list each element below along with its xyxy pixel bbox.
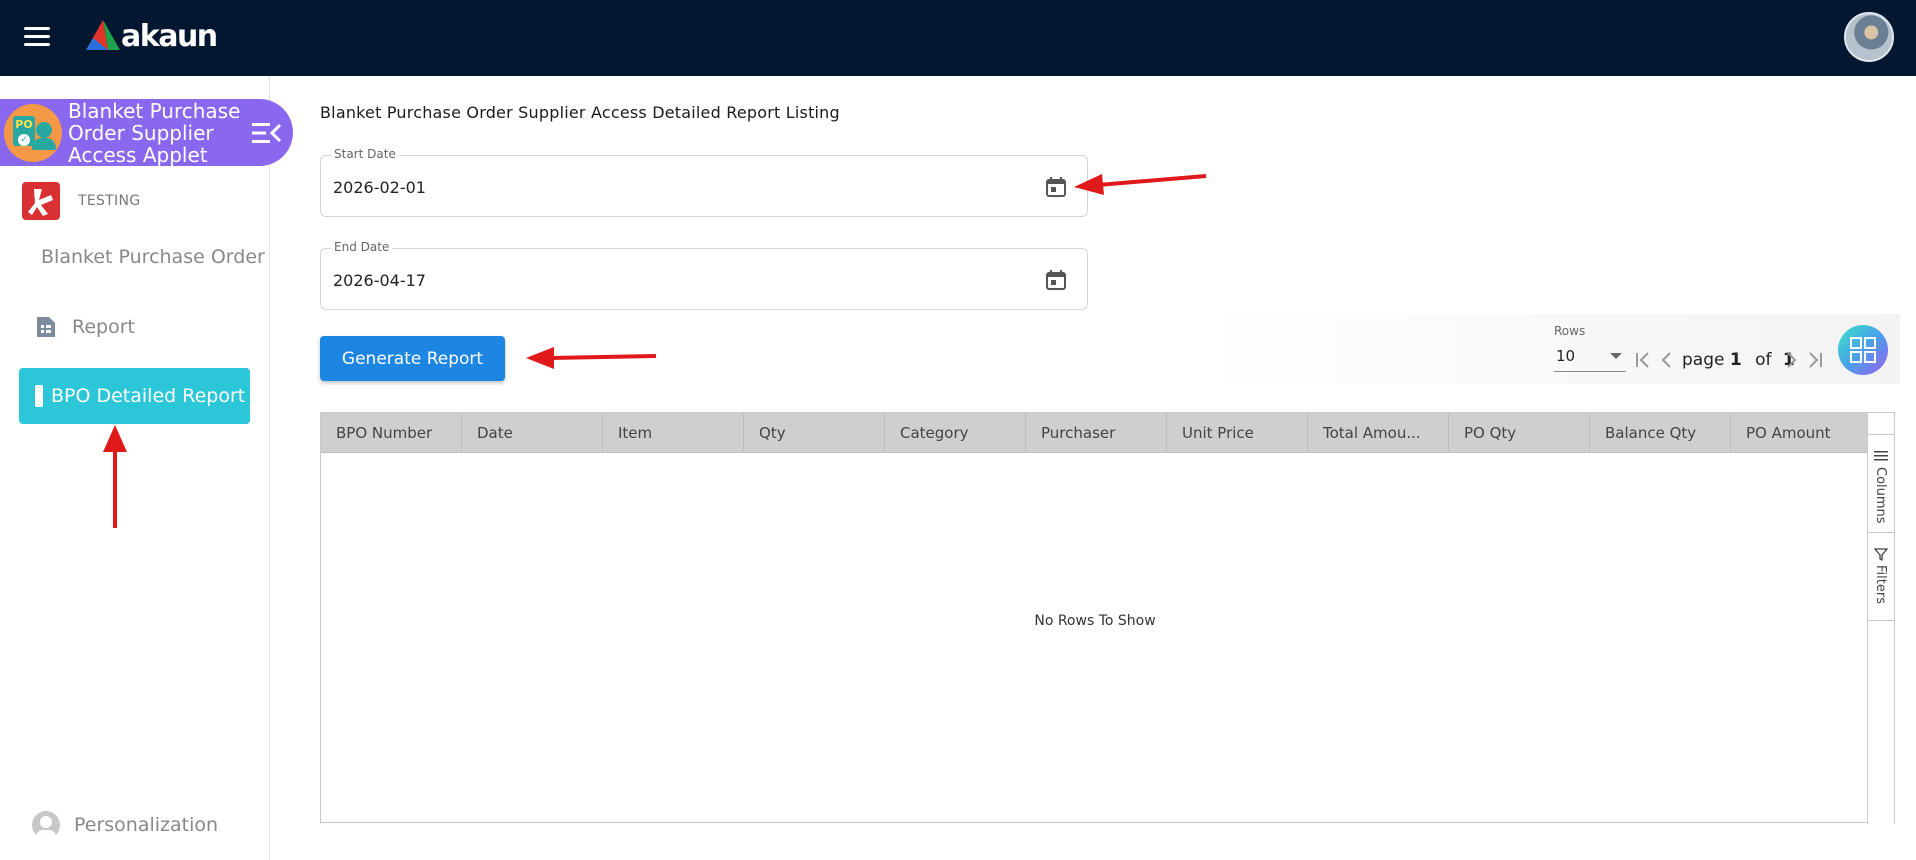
filter-icon — [1874, 548, 1888, 561]
column-header-date[interactable]: Date — [462, 413, 603, 453]
person-body-icon — [32, 138, 56, 150]
applet-title: Blanket Purchase Order Supplier Access A… — [68, 99, 241, 167]
columns-icon — [1874, 451, 1888, 461]
personalization-label: Personalization — [74, 814, 219, 836]
of-word: of — [1755, 350, 1772, 370]
calendar-icon[interactable] — [1045, 176, 1067, 198]
report-icon — [37, 317, 55, 337]
end-date-input[interactable] — [333, 267, 1013, 293]
report-table: BPO Number Date Item Qty Category Purcha… — [320, 412, 1895, 824]
table-side-panel: Columns Filters — [1867, 413, 1895, 824]
empty-state-text: No Rows To Show — [1034, 613, 1156, 629]
page-indicator: page 1 of 1 — [1682, 350, 1795, 370]
calendar-icon[interactable] — [1045, 269, 1067, 291]
applet-badge-icon: PO ✓ — [4, 104, 62, 162]
rows-label: Rows — [1554, 324, 1586, 338]
user-avatar[interactable] — [1844, 12, 1894, 62]
top-bar: akaun — [0, 0, 1916, 76]
last-page-icon[interactable] — [1806, 349, 1824, 371]
side-panel-top — [1868, 413, 1895, 435]
start-date-label: Start Date — [331, 147, 399, 161]
tab-filters[interactable]: Filters — [1868, 533, 1895, 621]
sidebar-item-blanket-purchase-order[interactable]: Blanket Purchase Order — [41, 246, 265, 268]
sidebar: PO ✓ Blanket Purchase Order Supplier Acc… — [0, 76, 293, 860]
sidebar-item-label: Report — [72, 316, 135, 338]
column-header-po-qty[interactable]: PO Qty — [1449, 413, 1590, 453]
company-logo-icon — [22, 182, 60, 220]
akaun-logo-icon — [86, 20, 120, 50]
column-header-purchaser[interactable]: Purchaser — [1026, 413, 1167, 453]
grid-view-toggle[interactable] — [1838, 325, 1888, 375]
column-header-total-amount[interactable]: Total Amou... — [1308, 413, 1449, 453]
columns-label: Columns — [1873, 467, 1888, 524]
end-date-field[interactable]: End Date — [320, 240, 1088, 310]
annotation-arrow-calendar — [1074, 174, 1207, 195]
applet-header: PO ✓ Blanket Purchase Order Supplier Acc… — [0, 99, 293, 166]
person-icon — [32, 811, 60, 839]
table-header: BPO Number Date Item Qty Category Purcha… — [321, 413, 1869, 453]
start-date-input[interactable] — [333, 174, 1013, 200]
check-icon: ✓ — [18, 134, 30, 146]
sidebar-item-label: BPO Detailed Report — [51, 385, 246, 407]
start-date-field[interactable]: Start Date — [320, 147, 1088, 217]
chevron-down-icon — [1610, 353, 1622, 359]
rows-per-page-select[interactable]: 10 — [1554, 344, 1626, 372]
rows-value: 10 — [1556, 347, 1576, 365]
tab-columns[interactable]: Columns — [1868, 435, 1895, 533]
logo-text: akaun — [121, 18, 218, 54]
page-icon — [35, 385, 43, 407]
company-label: TESTING — [78, 193, 141, 209]
column-header-category[interactable]: Category — [885, 413, 1026, 453]
column-header-balance-qty[interactable]: Balance Qty — [1590, 413, 1731, 453]
column-header-item[interactable]: Item — [603, 413, 744, 453]
page-title: Blanket Purchase Order Supplier Access D… — [320, 103, 840, 122]
person-head-icon — [36, 122, 52, 138]
akaun-logo[interactable]: akaun — [86, 16, 218, 56]
filters-label: Filters — [1873, 565, 1888, 604]
column-header-po-amount[interactable]: PO Amount — [1731, 413, 1869, 453]
column-header-unit-price[interactable]: Unit Price — [1167, 413, 1308, 453]
annotation-arrow-generate — [526, 347, 657, 369]
collapse-sidebar-icon[interactable] — [252, 121, 282, 145]
column-header-qty[interactable]: Qty — [744, 413, 885, 453]
grid-view-icon — [1850, 337, 1876, 363]
page-word: page — [1682, 350, 1725, 370]
hamburger-menu-icon[interactable] — [24, 27, 50, 47]
column-header-bpo-number[interactable]: BPO Number — [321, 413, 462, 453]
sidebar-item-bpo-detailed-report[interactable]: BPO Detailed Report — [19, 368, 250, 424]
current-page: 1 — [1729, 350, 1742, 370]
company-selector[interactable]: TESTING — [22, 182, 140, 220]
sidebar-item-report[interactable]: Report — [34, 314, 135, 340]
next-page-icon[interactable] — [1782, 349, 1800, 371]
previous-page-icon[interactable] — [1658, 349, 1676, 371]
end-date-label: End Date — [331, 240, 393, 254]
generate-report-button[interactable]: Generate Report — [320, 336, 505, 381]
annotation-arrow-nav — [103, 425, 127, 528]
personalization-link[interactable]: Personalization — [32, 810, 218, 840]
first-page-icon[interactable] — [1634, 349, 1652, 371]
